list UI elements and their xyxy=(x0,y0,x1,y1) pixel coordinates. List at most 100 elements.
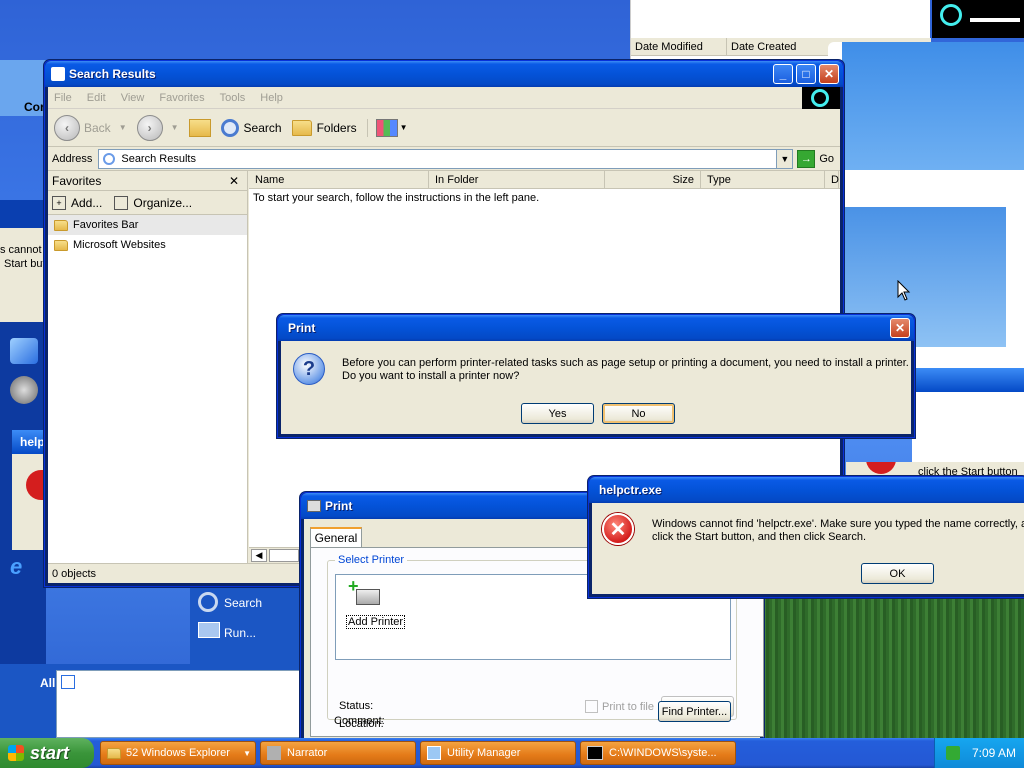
column-type[interactable]: Type xyxy=(701,171,825,188)
checkbox-icon xyxy=(585,700,598,713)
select-printer-group: Select Printer xyxy=(335,554,408,566)
standard-toolbar: ‹ Back ▼ › ▼ Search Folders ▼ xyxy=(48,109,840,147)
error-message-line-1: Windows cannot find 'helpctr.exe'. Make … xyxy=(652,518,1024,530)
minimize-button[interactable]: _ xyxy=(773,64,793,84)
ok-button[interactable]: OK xyxy=(861,563,934,584)
print-question-titlebar[interactable]: Print ✕ xyxy=(278,315,914,341)
favorite-item-favorites-bar[interactable]: Favorites Bar xyxy=(48,215,247,235)
favorites-pane: Favorites ✕ + Add... Organize... Favorit… xyxy=(48,171,248,563)
windows-throbber xyxy=(802,87,840,109)
no-button[interactable]: No xyxy=(602,403,675,424)
add-favorite-icon: + xyxy=(52,195,66,210)
menu-favorites[interactable]: Favorites xyxy=(159,92,204,104)
favorite-item-microsoft-websites[interactable]: Microsoft Websites xyxy=(48,235,247,255)
menu-file[interactable]: File xyxy=(54,92,72,104)
dialog-message: Before you can perform printer-related t… xyxy=(342,357,909,382)
raccoon-icon[interactable] xyxy=(10,376,38,404)
search-icon xyxy=(198,592,218,612)
question-icon: ? xyxy=(293,353,325,385)
column-in-folder[interactable]: In Folder xyxy=(429,171,605,188)
narrator-icon xyxy=(267,746,281,760)
status-label: Status: xyxy=(339,700,374,712)
scroll-thumb[interactable] xyxy=(269,549,299,562)
address-dropdown-button[interactable]: ▼ xyxy=(776,149,793,168)
start-button[interactable]: start xyxy=(0,738,94,768)
folders-button[interactable]: Folders xyxy=(291,119,357,136)
up-folder-icon xyxy=(188,118,211,137)
windows-flag-icon xyxy=(8,745,24,761)
system-tray: 7:09 AM xyxy=(934,738,1024,768)
mouse-cursor-icon xyxy=(897,280,911,301)
close-pane-icon[interactable]: ✕ xyxy=(229,174,239,188)
search-window-icon xyxy=(51,67,65,81)
network-tray-icon[interactable] xyxy=(945,746,960,760)
desktop-wallpaper-grass xyxy=(760,598,1024,738)
close-button[interactable]: ✕ xyxy=(890,318,910,338)
error-icon xyxy=(26,470,46,500)
taskbar: start 52 Windows Explorer ▼ Narrator Uti… xyxy=(0,738,1024,768)
start-menu-search[interactable]: Search xyxy=(224,596,262,610)
background-window-black xyxy=(932,0,1024,38)
organize-favorites-button[interactable]: Organize... xyxy=(114,195,192,210)
comment-label: Comment: xyxy=(334,715,385,727)
loading-ring-icon xyxy=(940,4,962,26)
back-button[interactable]: ‹ Back ▼ xyxy=(54,114,127,141)
print-to-file-checkbox[interactable]: Print to file xyxy=(585,700,654,713)
search-results-titlebar[interactable]: Search Results _ □ ✕ xyxy=(45,61,843,87)
column-date[interactable]: D xyxy=(825,171,839,188)
go-arrow-icon: → xyxy=(797,149,816,168)
taskbar-narrator[interactable]: Narrator xyxy=(260,741,416,765)
views-button[interactable]: ▼ xyxy=(366,118,408,137)
folder-icon xyxy=(54,219,68,231)
network-icon[interactable] xyxy=(10,338,38,364)
start-menu-run[interactable]: Run... xyxy=(224,626,256,640)
menu-view[interactable]: View xyxy=(121,92,145,104)
clock[interactable]: 7:09 AM xyxy=(972,746,1016,760)
internet-explorer-icon[interactable]: e xyxy=(10,554,36,579)
utility-manager-icon xyxy=(427,746,441,760)
maximize-button[interactable]: □ xyxy=(796,64,816,84)
forward-button[interactable]: › ▼ xyxy=(136,114,179,141)
menu-bar: File Edit View Favorites Tools Help xyxy=(48,87,840,109)
background-error-window-left: s cannot Start but xyxy=(0,228,46,322)
folder-icon xyxy=(54,239,68,251)
yes-button[interactable]: Yes xyxy=(521,403,594,424)
taskbar-command-prompt[interactable]: C:\WINDOWS\syste... xyxy=(580,741,736,765)
all-programs[interactable]: All xyxy=(40,676,55,690)
scroll-left-icon[interactable]: ◀ xyxy=(251,549,267,562)
taskbar-windows-explorer[interactable]: 52 Windows Explorer ▼ xyxy=(100,741,256,765)
find-printer-button[interactable]: Find Printer... xyxy=(658,701,731,722)
add-favorite-button[interactable]: + Add... xyxy=(52,195,102,210)
start-menu-right-column: Search Run... xyxy=(190,588,302,664)
address-label: Address xyxy=(52,152,93,165)
document-icon xyxy=(61,675,75,689)
menu-edit[interactable]: Edit xyxy=(87,92,106,104)
search-instruction: To start your search, follow the instruc… xyxy=(253,192,540,204)
search-results-icon xyxy=(103,152,116,165)
search-button[interactable]: Search xyxy=(220,118,282,137)
dialog-title: Print xyxy=(288,321,316,335)
error-titlebar[interactable]: helpctr.exe xyxy=(589,477,1024,503)
go-button[interactable]: → Go xyxy=(797,149,834,168)
command-prompt-icon xyxy=(587,746,603,760)
date-modified-column[interactable]: Date Modified xyxy=(631,38,727,55)
forward-arrow-icon: › xyxy=(136,114,163,141)
folder-icon xyxy=(107,747,121,759)
error-message-line-2: click the Start button, and then click S… xyxy=(652,531,867,543)
throbber-ring-icon xyxy=(811,89,829,107)
up-folder-button[interactable] xyxy=(188,118,211,137)
helpctr-error-dialog: helpctr.exe ✕ Windows cannot find 'helpc… xyxy=(588,476,1024,598)
address-input[interactable]: Search Results ▼ xyxy=(98,148,794,169)
add-printer-item[interactable]: Add Printer xyxy=(346,615,406,629)
close-button[interactable]: ✕ xyxy=(819,64,839,84)
column-size[interactable]: Size xyxy=(605,171,701,188)
column-name[interactable]: Name xyxy=(249,171,429,188)
add-printer-icon[interactable]: + xyxy=(348,577,382,607)
folders-icon xyxy=(291,119,312,136)
tab-general[interactable]: General xyxy=(310,527,362,547)
menu-tools[interactable]: Tools xyxy=(220,92,246,104)
status-text: 0 objects xyxy=(52,567,97,580)
taskbar-utility-manager[interactable]: Utility Manager xyxy=(420,741,576,765)
date-created-column[interactable]: Date Created xyxy=(727,38,827,55)
menu-help[interactable]: Help xyxy=(260,92,283,104)
